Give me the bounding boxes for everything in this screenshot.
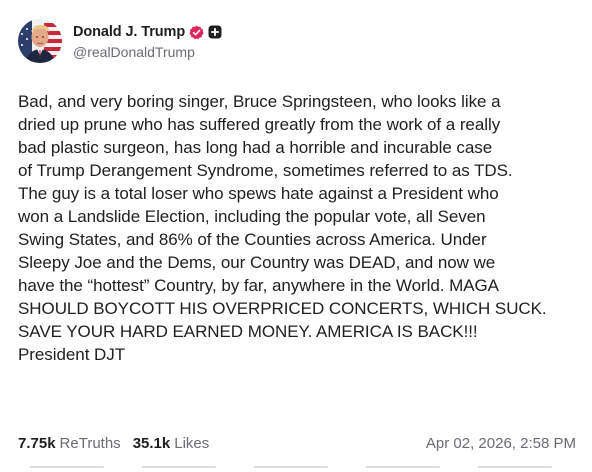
post-header: Donald J. Trump @realDonaldTrump (18, 18, 222, 64)
bookmark-action[interactable] (366, 466, 440, 468)
action-bar (0, 466, 592, 472)
reply-action[interactable] (30, 466, 104, 468)
retruth-action[interactable] (142, 466, 216, 468)
author-names: Donald J. Trump @realDonaldTrump (73, 22, 222, 60)
like-action[interactable] (254, 466, 328, 468)
author-handle[interactable]: @realDonaldTrump (73, 44, 222, 60)
portrait-avatar-icon (18, 19, 62, 63)
truth-post: Donald J. Trump @realDonaldTrump Bad, an… (0, 0, 592, 472)
likes-count[interactable]: 35.1k (133, 435, 171, 452)
author-display-name[interactable]: Donald J. Trump (73, 24, 185, 40)
name-row: Donald J. Trump (73, 22, 222, 42)
plus-square-icon[interactable] (208, 25, 222, 39)
post-timestamp[interactable]: Apr 02, 2026, 2:58 PM (426, 435, 576, 452)
verified-badge-icon (189, 25, 204, 40)
likes-label[interactable]: Likes (174, 435, 209, 452)
retruths-label[interactable]: ReTruths (60, 435, 121, 452)
post-stats: 7.75k ReTruths 35.1k Likes (18, 435, 209, 452)
post-body: Bad, and very boring singer, Bruce Sprin… (18, 92, 547, 364)
share-action[interactable] (478, 466, 552, 468)
retruths-count[interactable]: 7.75k (18, 435, 56, 452)
avatar[interactable] (18, 19, 62, 63)
